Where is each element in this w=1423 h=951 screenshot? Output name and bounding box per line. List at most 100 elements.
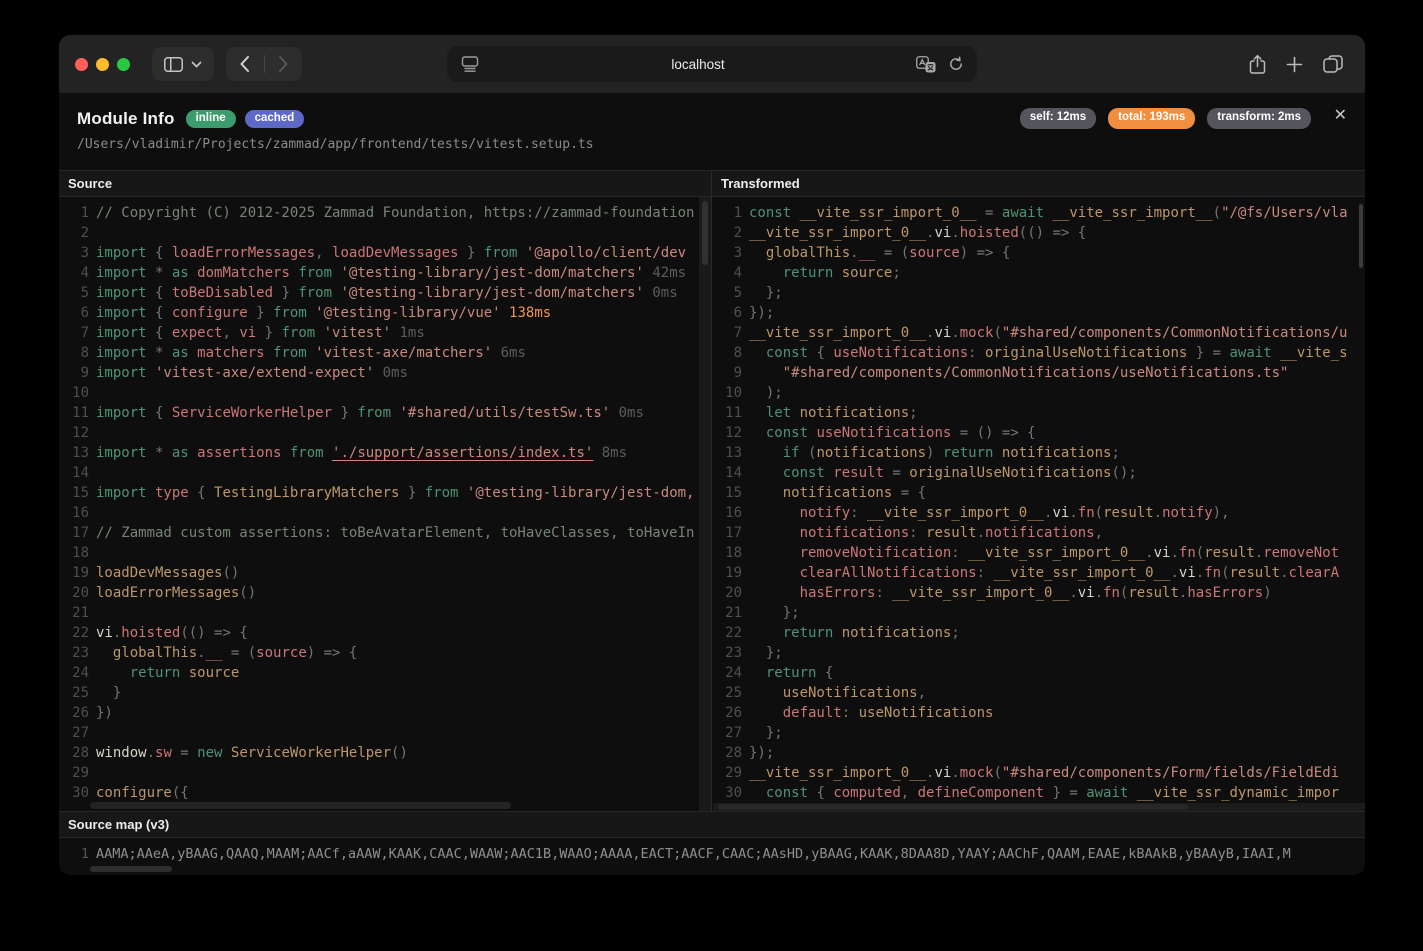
line-number: 14 — [59, 463, 89, 483]
code-token: } — [273, 285, 298, 301]
code-token: loadErrorMessages — [96, 585, 239, 601]
code-content — [89, 603, 96, 623]
code-token — [749, 485, 783, 501]
code-token: { — [147, 305, 172, 321]
line-number: 20 — [59, 583, 89, 603]
code-line: 6import { configure } from '@testing-lib… — [59, 303, 711, 323]
code-token: "#shared/components/Form/fields/FieldEdi — [1002, 765, 1339, 781]
code-token: fn — [1204, 565, 1221, 581]
window-minimize-button[interactable] — [96, 58, 109, 71]
sidebar-toggle-button[interactable] — [152, 47, 214, 81]
page-settings-button[interactable] — [460, 55, 480, 73]
code-content: window.sw = new ServiceWorkerHelper() — [89, 743, 408, 763]
line-number: 12 — [712, 423, 742, 443]
transformed-pane[interactable]: Transformed 1const __vite_ssr_import_0__… — [711, 170, 1365, 811]
code-token: . — [1255, 545, 1263, 561]
transformed-vscrollbar-thumb[interactable] — [1359, 204, 1363, 268]
source-vscrollbar[interactable] — [699, 197, 711, 811]
forward-button[interactable] — [265, 47, 303, 81]
code-line: 11import { ServiceWorkerHelper } from '#… — [59, 403, 711, 423]
code-token: '@apollo/client/dev — [517, 245, 686, 261]
tabs-icon — [1323, 55, 1343, 73]
code-line: 28window.sw = new ServiceWorkerHelper() — [59, 743, 711, 763]
line-number: 1 — [712, 203, 742, 223]
window-zoom-button[interactable] — [117, 58, 130, 71]
back-button[interactable] — [226, 47, 264, 81]
line-number: 8 — [712, 343, 742, 363]
chevron-down-icon — [191, 61, 202, 68]
code-content: }) — [89, 703, 113, 723]
transformed-hscrollbar-thumb[interactable] — [718, 804, 1188, 810]
line-number: 20 — [712, 583, 742, 603]
code-token: removeNot — [1263, 545, 1339, 561]
sourcemap-hscrollbar-thumb[interactable] — [90, 866, 172, 872]
code-token: = ( — [875, 245, 909, 261]
share-button[interactable] — [1249, 54, 1266, 75]
code-line: 26 default: useNotifications — [712, 703, 1365, 723]
code-token: () — [222, 565, 239, 581]
code-content: }; — [742, 723, 783, 743]
module-badge: inline — [186, 110, 236, 129]
tab-overview-button[interactable] — [1323, 55, 1343, 73]
line-number: 9 — [712, 363, 742, 383]
line-number: 7 — [712, 323, 742, 343]
code-token: } — [458, 245, 483, 261]
code-content: const __vite_ssr_import_0__ = await __vi… — [742, 203, 1348, 223]
reload-button[interactable] — [948, 56, 964, 72]
line-number: 19 — [59, 563, 89, 583]
code-content: notify: __vite_ssr_import_0__.vi.fn(resu… — [742, 503, 1230, 523]
code-token: return — [766, 665, 817, 681]
code-token: await — [1229, 345, 1271, 361]
code-token: from — [484, 245, 518, 261]
code-line: 24 return source — [59, 663, 711, 683]
code-content: __vite_ssr_import_0__.vi.mock("#shared/c… — [742, 323, 1347, 343]
code-content — [89, 723, 96, 743]
code-line: 21 }; — [712, 603, 1365, 623]
module-link[interactable]: './support/assertions/index.ts' — [332, 445, 593, 461]
code-token — [96, 645, 113, 661]
code-token — [749, 345, 766, 361]
translate-button[interactable] — [916, 56, 936, 73]
code-line: 20loadErrorMessages() — [59, 583, 711, 603]
window-close-button[interactable] — [75, 58, 88, 71]
code-content: import * as assertions from './support/a… — [89, 443, 627, 463]
line-number: 5 — [59, 283, 89, 303]
code-token: { — [147, 245, 172, 261]
code-token — [749, 545, 800, 561]
code-token: originalUseNotifications — [985, 345, 1187, 361]
source-hscrollbar-thumb[interactable] — [90, 802, 511, 809]
code-token — [749, 665, 766, 681]
code-token: from — [290, 265, 332, 281]
code-content: } — [89, 683, 121, 703]
source-vscrollbar-thumb[interactable] — [702, 201, 708, 265]
code-token: import — [96, 405, 147, 421]
code-line: 25 } — [59, 683, 711, 703]
address-bar[interactable]: localhost — [447, 46, 977, 82]
code-token: , — [918, 685, 926, 701]
close-panel-button[interactable]: ✕ — [1330, 101, 1351, 129]
transformed-hscrollbar[interactable] — [713, 803, 1365, 811]
source-pane[interactable]: Source 1// Copyright (C) 2012-2025 Zamma… — [59, 170, 711, 811]
new-tab-button[interactable] — [1286, 56, 1303, 73]
code-content: useNotifications, — [742, 683, 926, 703]
line-number: 30 — [712, 783, 742, 803]
code-token: : — [909, 525, 926, 541]
code-line: 1// Copyright (C) 2012-2025 Zammad Found… — [59, 203, 711, 223]
code-token: await — [1086, 785, 1128, 801]
metric-badge: transform: 2ms — [1207, 108, 1311, 129]
code-token: . — [951, 325, 959, 341]
code-content: return notifications; — [742, 623, 960, 643]
code-token: vi — [934, 325, 951, 341]
code-token: , — [315, 245, 332, 261]
code-token: . — [850, 245, 858, 261]
code-token: loadDevMessages — [96, 565, 222, 581]
code-line: 17// Zammad custom assertions: toBeAvata… — [59, 523, 711, 543]
code-token: '@testing-library/jest-dom/matchers' — [332, 285, 644, 301]
code-token: ; — [909, 405, 917, 421]
code-line: 12 const useNotifications = () => { — [712, 423, 1365, 443]
code-line: 26}) — [59, 703, 711, 723]
code-token: 8ms — [593, 445, 627, 461]
line-number: 21 — [712, 603, 742, 623]
code-token: const — [749, 205, 791, 221]
code-token: import — [96, 485, 147, 501]
